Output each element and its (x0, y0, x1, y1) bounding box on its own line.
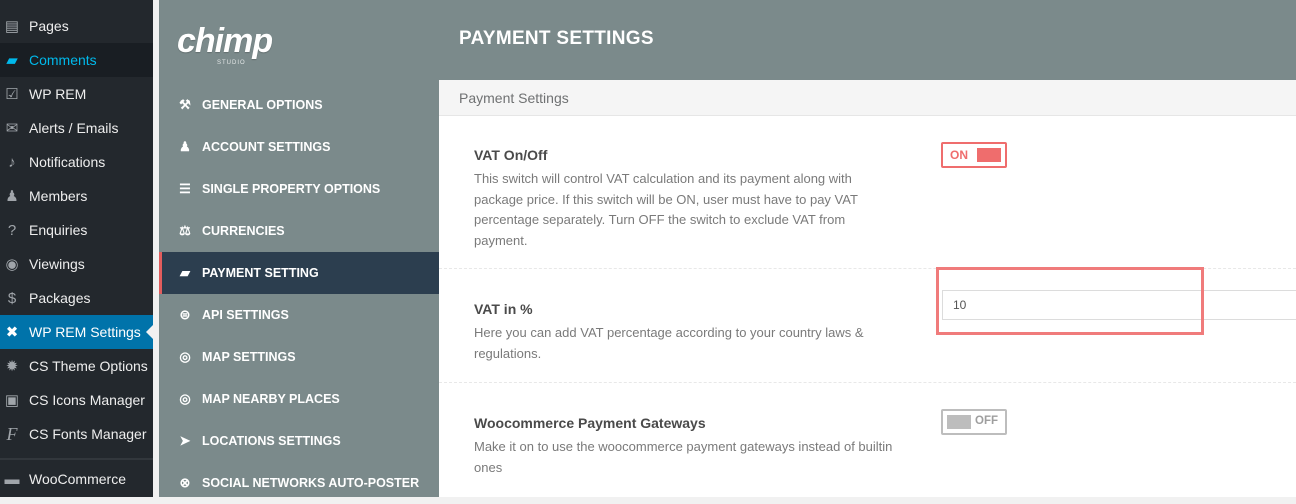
toggle-state-label: ON (950, 148, 968, 162)
wrench-icon: ⚒ (179, 97, 191, 112)
settings-content: Payment Settings VAT On/Off This switch … (439, 80, 1296, 497)
nav-label: MAP SETTINGS (202, 350, 296, 364)
logo-subtext: STUDIO (217, 60, 246, 66)
nav-label: CURRENCIES (202, 224, 285, 238)
nav-label: LOCATIONS SETTINGS (202, 434, 341, 448)
vat-percent-description: Here you can add VAT percentage accordin… (474, 325, 864, 361)
wp-menu-viewings[interactable]: ◉ Viewings (0, 247, 153, 281)
share-icon: ⊗ (179, 475, 191, 490)
nav-api-settings[interactable]: ⊜ API SETTINGS (159, 294, 439, 336)
chimp-studio-logo: chimp STUDIO (177, 22, 273, 66)
nav-label: SOCIAL NETWORKS AUTO-POSTER (202, 476, 420, 490)
wp-menu-label: CS Icons Manager (29, 392, 145, 408)
mail-icon: ✉ (5, 120, 19, 137)
map-pin-icon: ◎ (179, 391, 191, 406)
font-icon: F (6, 423, 18, 444)
nav-single-property-options[interactable]: ☰ SINGLE PROPERTY OPTIONS (159, 168, 439, 210)
wp-menu-notifications[interactable]: ♪ Notifications (0, 145, 153, 179)
nav-account-settings[interactable]: ♟ ACCOUNT SETTINGS (159, 126, 439, 168)
nav-map-nearby-places[interactable]: ◎ MAP NEARBY PLACES (159, 378, 439, 420)
vat-toggle-description: This switch will control VAT calculation… (474, 171, 858, 248)
woo-gateways-description: Make it on to use the woocommerce paymen… (474, 439, 893, 475)
menu-separator (0, 458, 153, 460)
wp-menu-woocommerce[interactable]: ▬ WooCommerce (0, 462, 153, 496)
money-icon: ⚖ (179, 223, 191, 238)
nav-map-settings[interactable]: ◎ MAP SETTINGS (159, 336, 439, 378)
wp-menu-packages[interactable]: $ Packages (0, 281, 153, 315)
wp-menu-wp-rem[interactable]: ☑ WP REM (0, 77, 153, 111)
question-icon: ? (7, 221, 17, 239)
location-arrow-icon: ➤ (179, 433, 191, 448)
eye-icon: ◉ (5, 256, 19, 273)
gear-icon: ✹ (5, 358, 19, 375)
toggle-knob (977, 148, 1001, 162)
woo-gateways-switch[interactable]: OFF (941, 409, 1007, 435)
wp-menu-label: Pages (29, 18, 69, 34)
wp-menu-members[interactable]: ♟ Members (0, 179, 153, 213)
wp-menu-cs-fonts-manager[interactable]: F CS Fonts Manager (0, 417, 153, 451)
wp-menu-label: Members (29, 188, 88, 204)
user-icon: ♟ (5, 188, 19, 205)
icon-manager-icon: ▣ (4, 392, 20, 409)
nav-label: PAYMENT SETTING (202, 266, 319, 280)
plugin-sidebar: chimp STUDIO ⚒ GENERAL OPTIONS ♟ ACCOUNT… (159, 0, 439, 497)
woo-gateways-title: Woocommerce Payment Gateways (474, 415, 706, 431)
logo-text: chimp (177, 22, 273, 60)
wp-menu-label: CS Fonts Manager (29, 426, 147, 442)
list-icon: ☰ (179, 181, 191, 196)
vat-percent-row: VAT in % Here you can add VAT percentage… (439, 269, 1296, 383)
wp-admin-menu: ▤ Pages ▰ Comments ☑ WP REM ✉ Alerts / E… (0, 0, 154, 497)
plugin-header: PAYMENT SETTINGS (439, 0, 1296, 80)
section-title: Payment Settings (459, 89, 569, 106)
wp-menu-label: Notifications (29, 154, 106, 170)
wp-menu-label: Comments (29, 52, 97, 68)
section-header: Payment Settings (439, 80, 1296, 116)
nav-payment-setting[interactable]: ▰ PAYMENT SETTING (159, 252, 439, 294)
toggle-state-label: OFF (975, 415, 998, 427)
coin-icon: $ (7, 289, 17, 307)
wp-menu-pages[interactable]: ▤ Pages (0, 9, 153, 43)
nav-label: MAP NEARBY PLACES (202, 392, 340, 406)
wp-menu-cs-icons-manager[interactable]: ▣ CS Icons Manager (0, 383, 153, 417)
vat-percent-input[interactable] (942, 290, 1296, 320)
pages-icon: ▤ (4, 18, 20, 35)
api-icon: ⊜ (179, 307, 191, 322)
nav-locations-settings[interactable]: ➤ LOCATIONS SETTINGS (159, 420, 439, 462)
toggle-knob (947, 415, 971, 429)
wp-menu-label: Alerts / Emails (29, 120, 119, 136)
wp-menu-cs-theme-options[interactable]: ✹ CS Theme Options (0, 349, 153, 383)
bell-icon: ♪ (8, 153, 16, 171)
comments-icon: ▰ (6, 52, 18, 69)
wp-menu-label: WP REM Settings (29, 324, 141, 340)
nav-label: GENERAL OPTIONS (202, 98, 323, 112)
woocommerce-icon: ▬ (4, 470, 20, 488)
wp-menu-label: Packages (29, 290, 91, 306)
checklist-icon: ☑ (5, 86, 19, 103)
wp-menu-wp-rem-settings[interactable]: ✖ WP REM Settings (0, 315, 154, 349)
wallet-icon: ▰ (180, 265, 190, 280)
wp-menu-label: WP REM (29, 86, 87, 102)
vat-toggle-row: VAT On/Off This switch will control VAT … (439, 116, 1296, 269)
wp-menu-label: WooCommerce (29, 471, 126, 487)
wp-menu-alerts-emails[interactable]: ✉ Alerts / Emails (0, 111, 153, 145)
user-icon: ♟ (179, 139, 191, 154)
page-title: PAYMENT SETTINGS (459, 28, 654, 49)
wp-menu-label: Enquiries (29, 222, 88, 238)
nav-general-options[interactable]: ⚒ GENERAL OPTIONS (159, 84, 439, 126)
tools-icon: ✖ (5, 324, 19, 341)
map-pin-icon: ◎ (179, 349, 191, 364)
nav-currencies[interactable]: ⚖ CURRENCIES (159, 210, 439, 252)
nav-label: ACCOUNT SETTINGS (202, 140, 331, 154)
wp-menu-comments[interactable]: ▰ Comments (0, 43, 153, 77)
wp-menu-label: Viewings (29, 256, 85, 272)
wp-menu-label: CS Theme Options (29, 358, 148, 374)
nav-label: SINGLE PROPERTY OPTIONS (202, 182, 381, 196)
nav-social-networks-auto-poster[interactable]: ⊗ SOCIAL NETWORKS AUTO-POSTER (159, 462, 439, 504)
woo-gateways-row: Woocommerce Payment Gateways Make it on … (439, 383, 1296, 497)
wp-menu-enquiries[interactable]: ? Enquiries (0, 213, 153, 247)
vat-percent-title: VAT in % (474, 301, 533, 317)
nav-label: API SETTINGS (202, 308, 289, 322)
vat-toggle-title: VAT On/Off (474, 147, 548, 163)
vat-toggle-switch[interactable]: ON (941, 142, 1007, 168)
